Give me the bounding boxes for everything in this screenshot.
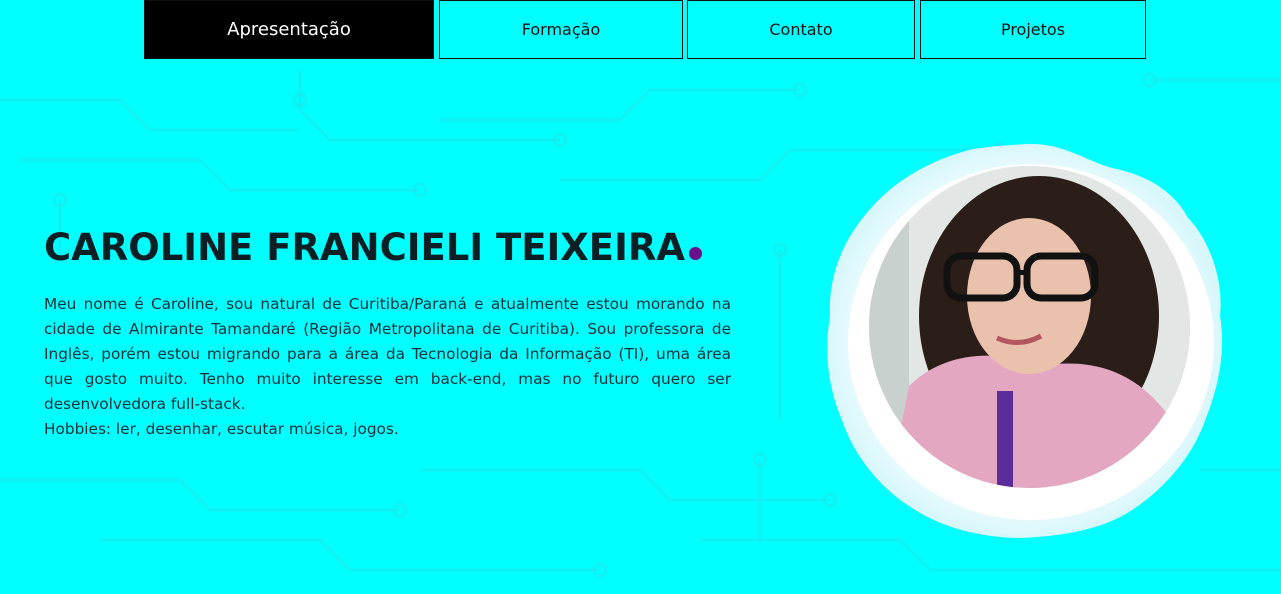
accent-dot [688,247,702,260]
tab-formacao[interactable]: Formação [439,0,683,59]
tab-apresentacao[interactable]: Apresentação [144,0,434,59]
profile-photo [869,166,1190,488]
main-nav: Apresentação Formação Contato Projetos [144,0,1146,59]
bio-paragraph: Meu nome é Caroline, sou natural de Curi… [44,295,731,413]
tab-projetos[interactable]: Projetos [920,0,1146,59]
profile-photo-frame [822,138,1228,540]
hobbies-text: Hobbies: ler, desenhar, escutar música, … [44,420,399,438]
name-text: CAROLINE FRANCIELI TEIXEIRA [44,226,685,269]
tab-contato[interactable]: Contato [687,0,915,59]
page-title: CAROLINE FRANCIELI TEIXEIRA [44,226,702,269]
person-illustration [869,166,1190,488]
